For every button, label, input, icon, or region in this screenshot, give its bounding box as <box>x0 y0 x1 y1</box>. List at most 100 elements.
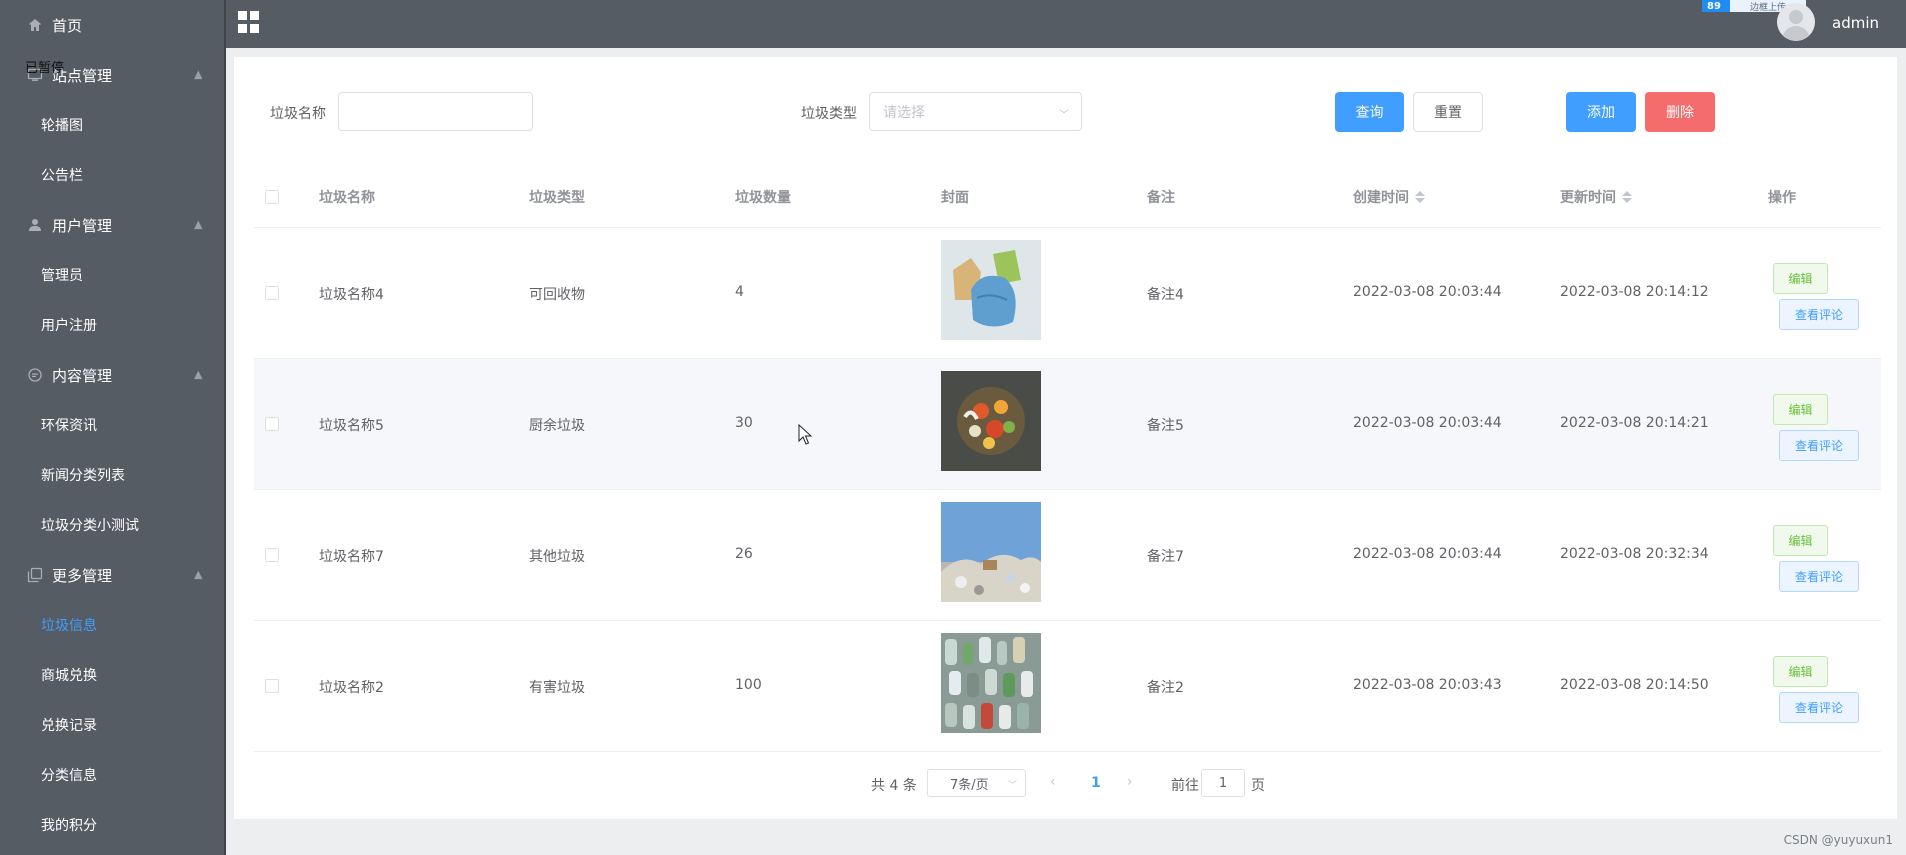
sidebar-item-label: 用户注册 <box>41 318 97 334</box>
table-row: 垃圾名称4 可回收物 4 备注4 2022-03-08 20:03:44 202… <box>254 228 1881 359</box>
sidebar-item-label: 商城兑换 <box>41 668 97 684</box>
sort-icon[interactable] <box>1622 191 1632 203</box>
query-button[interactable]: 查询 <box>1335 92 1404 132</box>
header-created[interactable]: 创建时间 <box>1353 187 1425 207</box>
topbar: 89 边框上传 admin <box>226 0 1906 48</box>
sidebar-item-notice[interactable]: 公告栏 <box>0 150 224 200</box>
row-checkbox[interactable] <box>265 417 279 431</box>
header-count: 垃圾数量 <box>735 190 791 206</box>
watermark: CSDN @yuyuxun1 <box>1783 833 1893 847</box>
cell-updated: 2022-03-08 20:14:21 <box>1560 415 1709 431</box>
sidebar-item-user-management[interactable]: 用户管理 ▼ <box>0 200 224 250</box>
cover-image[interactable] <box>941 240 1041 340</box>
next-page-icon[interactable]: › <box>1127 774 1133 790</box>
sidebar-item-label: 新闻分类列表 <box>41 468 125 484</box>
sidebar-item-eco-news[interactable]: 环保资讯 <box>0 400 224 450</box>
sidebar-item-user-register[interactable]: 用户注册 <box>0 300 224 350</box>
prev-page-icon[interactable]: ‹ <box>1050 774 1056 790</box>
header-created-label: 创建时间 <box>1353 190 1409 206</box>
reset-button[interactable]: 重置 <box>1413 92 1483 132</box>
sidebar-item-admins[interactable]: 管理员 <box>0 250 224 300</box>
header-remark: 备注 <box>1147 190 1175 206</box>
edit-button[interactable]: 编辑 <box>1773 656 1828 687</box>
sidebar-item-label: 更多管理 <box>52 566 113 585</box>
goto-label: 前往 <box>1171 778 1199 794</box>
header-name: 垃圾名称 <box>319 190 375 206</box>
view-comments-button[interactable]: 查看评论 <box>1779 692 1859 723</box>
page-unit-label: 页 <box>1251 778 1265 794</box>
sidebar-item-label: 兑换记录 <box>41 718 97 734</box>
current-page[interactable]: 1 <box>1091 775 1101 791</box>
sidebar-item-label: 首页 <box>52 16 83 35</box>
user-icon <box>26 216 44 234</box>
row-checkbox[interactable] <box>265 286 279 300</box>
cover-image[interactable] <box>941 371 1041 471</box>
cell-remark: 备注7 <box>1147 549 1184 565</box>
add-button[interactable]: 添加 <box>1566 92 1636 132</box>
sidebar-item-more-management[interactable]: 更多管理 ▼ <box>0 550 224 600</box>
cell-created: 2022-03-08 20:03:43 <box>1353 677 1502 693</box>
sidebar-item-label: 分类信息 <box>41 768 97 784</box>
chevron-up-icon: ▼ <box>193 568 202 582</box>
chevron-up-icon: ▼ <box>193 68 202 82</box>
mouse-cursor-icon <box>798 424 813 445</box>
view-comments-button[interactable]: 查看评论 <box>1779 299 1859 330</box>
cell-name: 垃圾名称5 <box>319 418 384 434</box>
chevron-down-icon: ﹀ <box>1007 781 1017 791</box>
cell-count: 30 <box>735 415 753 431</box>
menu-grid-icon[interactable] <box>238 11 260 33</box>
sidebar-item-garbage-info[interactable]: 垃圾信息 <box>0 600 224 650</box>
sidebar-item-content-management[interactable]: 内容管理 ▼ <box>0 350 224 400</box>
sort-icon[interactable] <box>1415 191 1425 203</box>
cell-created: 2022-03-08 20:03:44 <box>1353 415 1502 431</box>
chevron-up-icon: ▼ <box>193 368 202 382</box>
edit-button[interactable]: 编辑 <box>1773 394 1828 425</box>
sidebar-item-carousel[interactable]: 轮播图 <box>0 100 224 150</box>
sidebar-item-label: 管理员 <box>41 268 83 284</box>
sidebar-item-mall-exchange[interactable]: 商城兑换 <box>0 650 224 700</box>
cover-image[interactable] <box>941 502 1041 602</box>
sidebar-item-label: 公告栏 <box>41 168 83 184</box>
select-all-checkbox[interactable] <box>265 190 279 204</box>
header-updated[interactable]: 更新时间 <box>1560 187 1632 207</box>
edit-button[interactable]: 编辑 <box>1773 525 1828 556</box>
page-size-select[interactable]: 7条/页 ﹀ <box>927 769 1026 797</box>
username[interactable]: admin <box>1832 14 1879 32</box>
cell-remark: 备注4 <box>1147 287 1184 303</box>
header-cover: 封面 <box>941 190 969 206</box>
pagination: 共 4 条 7条/页 ﹀ ‹ 1 › 前往 1 页 <box>234 769 1897 799</box>
avatar[interactable] <box>1777 3 1815 41</box>
copy-icon <box>26 566 44 584</box>
type-select[interactable]: 请选择 ﹀ <box>869 92 1082 131</box>
edit-button[interactable]: 编辑 <box>1773 263 1828 294</box>
sidebar-item-category-info[interactable]: 分类信息 <box>0 750 224 800</box>
sidebar-item-label: 内容管理 <box>52 366 113 385</box>
delete-button[interactable]: 删除 <box>1645 92 1715 132</box>
sidebar-item-sorting-quiz[interactable]: 垃圾分类小测试 <box>0 500 224 550</box>
name-search-input[interactable] <box>338 92 533 131</box>
sidebar-item-news-category[interactable]: 新闻分类列表 <box>0 450 224 500</box>
header-actions: 操作 <box>1768 190 1796 206</box>
sidebar-item-label: 我的积分 <box>41 818 97 834</box>
view-comments-button[interactable]: 查看评论 <box>1779 430 1859 461</box>
page-size-value: 7条/页 <box>950 777 989 793</box>
view-comments-button[interactable]: 查看评论 <box>1779 561 1859 592</box>
goto-page-input[interactable]: 1 <box>1201 769 1245 797</box>
cover-image[interactable] <box>941 633 1041 733</box>
cell-count: 100 <box>735 677 762 693</box>
sidebar-item-my-points[interactable]: 我的积分 <box>0 800 224 850</box>
sidebar-item-label: 用户管理 <box>52 216 113 235</box>
sidebar-item-home[interactable]: 首页 <box>0 0 224 50</box>
home-icon <box>26 16 44 34</box>
chevron-down-icon: ﹀ <box>1059 110 1069 121</box>
header-type: 垃圾类型 <box>529 190 585 206</box>
row-checkbox[interactable] <box>265 679 279 693</box>
chevron-up-icon: ▼ <box>193 218 202 232</box>
row-checkbox[interactable] <box>265 548 279 562</box>
paused-label: 已暂停 <box>25 61 65 76</box>
garbage-table: 垃圾名称 垃圾类型 垃圾数量 封面 备注 创建时间 更新时间 操作 垃圾名称4 … <box>254 167 1881 752</box>
cell-name: 垃圾名称4 <box>319 287 384 303</box>
header-updated-label: 更新时间 <box>1560 190 1616 206</box>
sidebar-item-exchange-records[interactable]: 兑换记录 <box>0 700 224 750</box>
type-select-placeholder: 请选择 <box>883 104 925 121</box>
